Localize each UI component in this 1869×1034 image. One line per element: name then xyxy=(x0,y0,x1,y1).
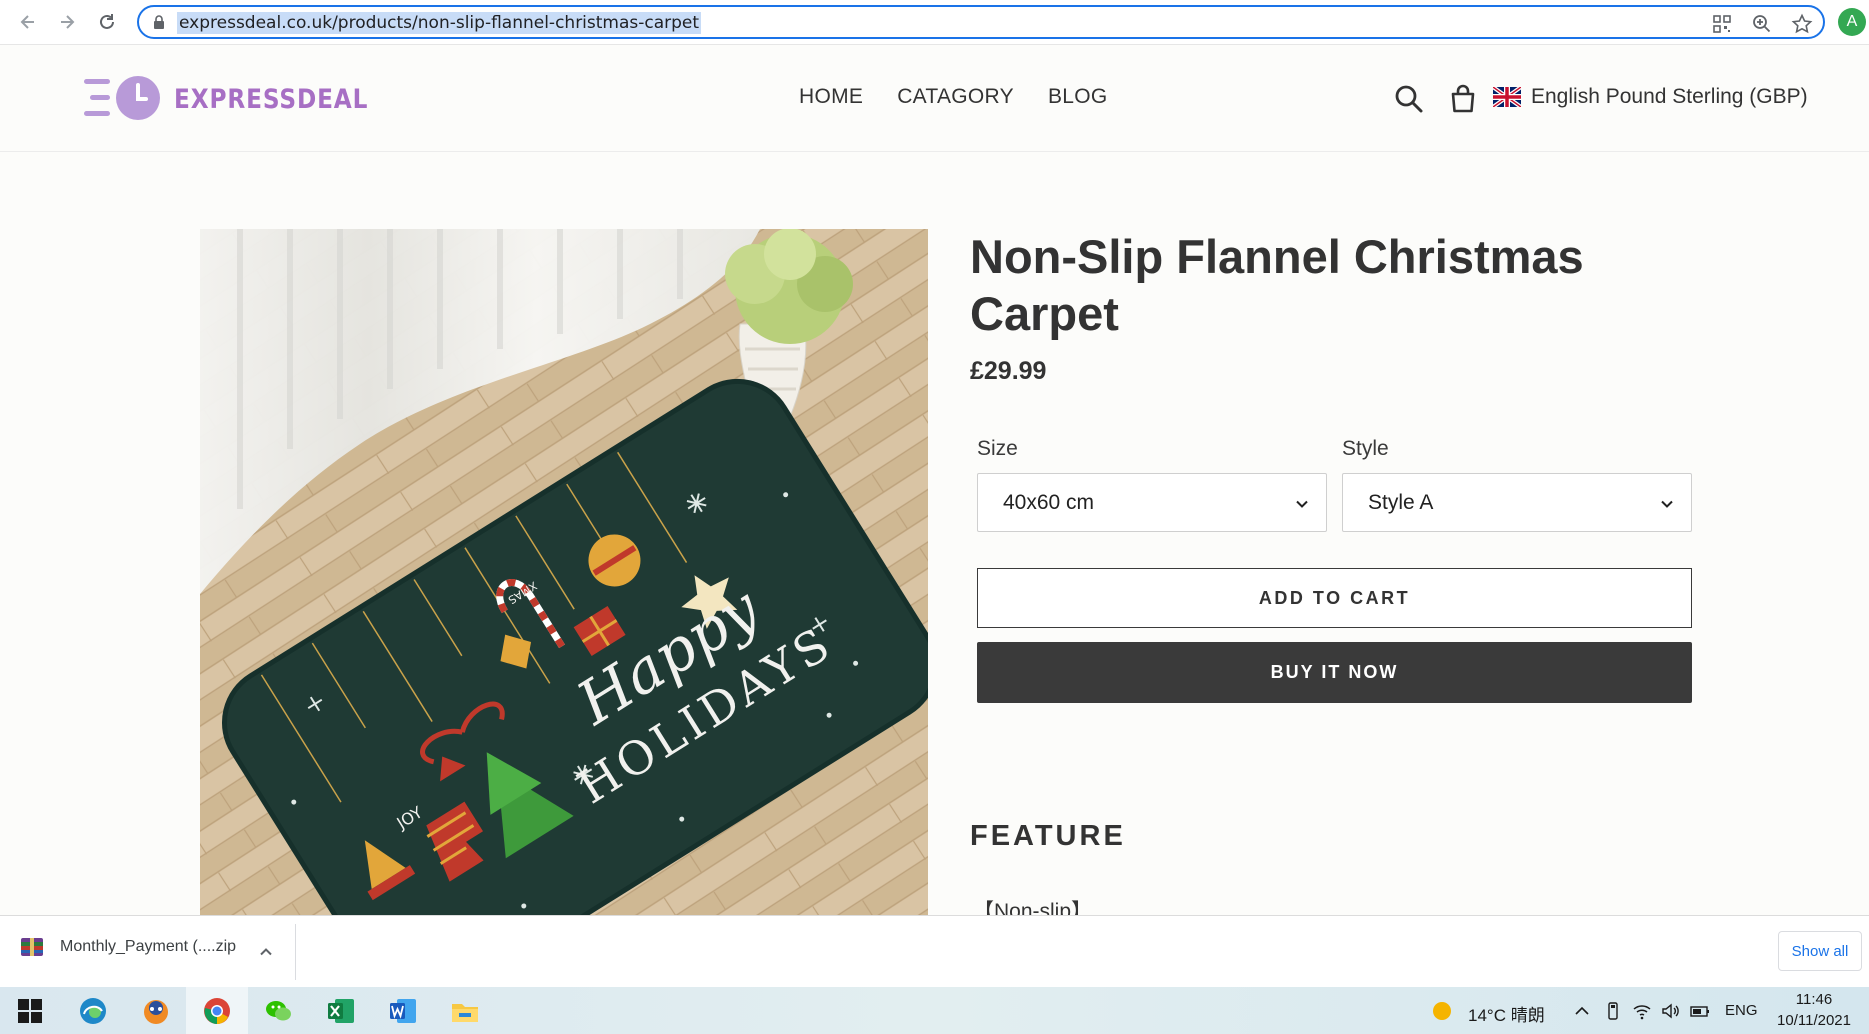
input-language[interactable]: ENG xyxy=(1725,1002,1758,1019)
currency-selector[interactable]: English Pound Sterling (GBP) xyxy=(1491,85,1808,109)
usb-device-icon[interactable] xyxy=(1603,1001,1623,1021)
logo-text: EXPRESSDEAL xyxy=(174,83,369,115)
forward-icon[interactable] xyxy=(53,8,81,36)
chevron-down-icon xyxy=(1661,500,1673,508)
style-select[interactable]: Style A xyxy=(1342,473,1692,532)
speaker-icon[interactable] xyxy=(1660,1001,1680,1021)
divider xyxy=(295,924,296,980)
excel-icon[interactable] xyxy=(323,993,359,1029)
zoom-icon[interactable] xyxy=(1751,13,1773,35)
clock[interactable]: 11:46 10/11/2021 xyxy=(1764,989,1864,1031)
back-icon[interactable] xyxy=(14,8,42,36)
clock-date: 10/11/2021 xyxy=(1777,1012,1851,1029)
show-all-button[interactable]: Show all xyxy=(1778,931,1862,971)
product-image[interactable]: Happy HOLIDAYS JOY XMAS xyxy=(200,229,928,915)
wifi-icon[interactable] xyxy=(1632,1001,1652,1021)
buy-it-now-button[interactable]: BUY IT NOW xyxy=(977,642,1692,703)
weather-text[interactable]: 14°C 晴朗 xyxy=(1468,1001,1545,1026)
cart-bag-icon[interactable] xyxy=(1447,83,1479,115)
nav-blog[interactable]: BLOG xyxy=(1048,85,1108,109)
battery-icon[interactable] xyxy=(1690,1001,1710,1021)
clock-time: 11:46 xyxy=(1795,991,1833,1008)
archive-file-icon xyxy=(21,938,43,956)
qr-code-icon[interactable] xyxy=(1711,13,1733,35)
browser-toolbar: expressdeal.co.uk/products/non-slip-flan… xyxy=(0,0,1869,45)
address-bar[interactable]: expressdeal.co.uk/products/non-slip-flan… xyxy=(137,5,1825,39)
clock-logo-icon xyxy=(82,75,162,123)
bookmark-star-icon[interactable] xyxy=(1791,13,1813,35)
currency-label: English Pound Sterling (GBP) xyxy=(1531,85,1808,108)
size-select-value: 40x60 cm xyxy=(1003,491,1095,514)
lock-icon xyxy=(151,14,167,30)
site-header: EXPRESSDEAL HOME CATAGORY BLOG English P… xyxy=(0,45,1869,152)
reload-icon[interactable] xyxy=(93,8,121,36)
windows-start-icon[interactable] xyxy=(12,993,48,1029)
taskbar: 14°C 晴朗 ENG 11:46 10/11/2021 xyxy=(0,987,1869,1034)
download-item[interactable]: Monthly_Payment (....zip xyxy=(20,936,236,958)
style-label: Style xyxy=(1342,437,1389,460)
style-select-value: Style A xyxy=(1368,491,1434,514)
nav-catagory[interactable]: CATAGORY xyxy=(897,85,1014,109)
downloads-bar: Monthly_Payment (....zip Show all xyxy=(0,915,1869,987)
chrome-icon[interactable] xyxy=(199,993,235,1029)
main-nav: HOME CATAGORY BLOG xyxy=(799,85,1108,109)
feature-heading: FEATURE xyxy=(970,820,1126,852)
weather-sun-icon[interactable] xyxy=(1432,1001,1452,1021)
uk-flag-icon xyxy=(1491,85,1523,109)
chevron-down-icon xyxy=(1296,500,1308,508)
chevron-up-icon[interactable] xyxy=(258,944,274,960)
nav-home[interactable]: HOME xyxy=(799,85,863,109)
product-price: £29.99 xyxy=(970,357,1047,385)
site-logo[interactable]: EXPRESSDEAL xyxy=(82,75,400,123)
search-icon[interactable] xyxy=(1393,83,1425,115)
chevron-up-icon[interactable] xyxy=(1572,1001,1592,1021)
size-label: Size xyxy=(977,437,1018,460)
profile-avatar[interactable]: A xyxy=(1838,8,1866,36)
size-select[interactable]: 40x60 cm xyxy=(977,473,1327,532)
edge-icon[interactable] xyxy=(75,993,111,1029)
product-title: Non-Slip Flannel Christmas Carpet xyxy=(970,230,1584,340)
word-icon[interactable] xyxy=(385,993,421,1029)
add-to-cart-button[interactable]: ADD TO CART xyxy=(977,568,1692,628)
file-explorer-icon[interactable] xyxy=(447,993,483,1029)
download-file-name: Monthly_Payment (....zip xyxy=(60,938,237,955)
url-text: expressdeal.co.uk/products/non-slip-flan… xyxy=(177,12,702,34)
wechat-icon[interactable] xyxy=(261,993,297,1029)
game-app-icon[interactable] xyxy=(138,993,174,1029)
